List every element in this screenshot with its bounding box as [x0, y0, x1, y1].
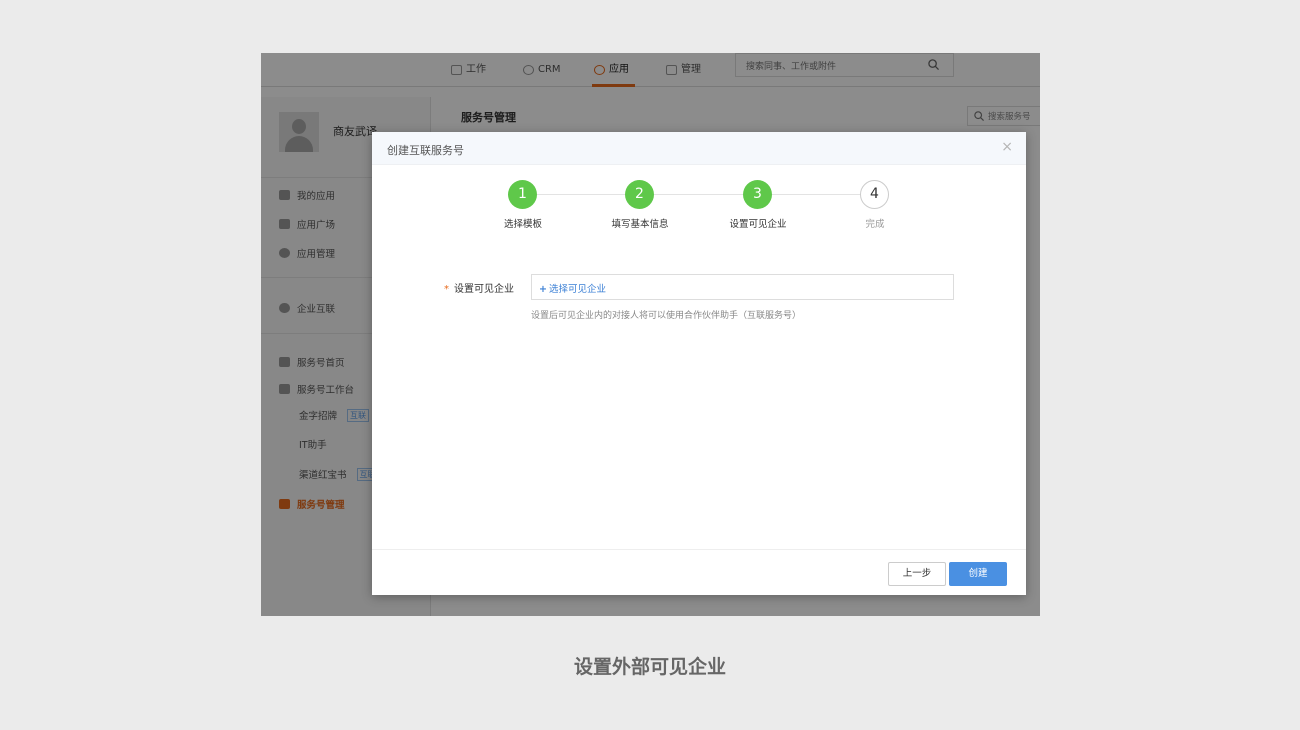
step-4-indicator: 4 [860, 180, 889, 209]
caption: 设置外部可见企业 [573, 656, 726, 678]
field-hint: 设置后可见企业内的对接人将可以使用合作伙伴助手（互联服务号） [531, 311, 802, 321]
required-mark: * [444, 284, 449, 295]
step-3-label: 设置可见企业 [729, 219, 787, 230]
step-connector [654, 194, 743, 195]
step-2-label: 填写基本信息 [611, 219, 669, 230]
create-button[interactable]: 创建 [949, 562, 1007, 586]
step-3-indicator: 3 [743, 180, 772, 209]
visible-enterprise-label: * 设置可见企业 [444, 284, 514, 295]
close-icon[interactable]: × [1001, 140, 1013, 154]
dialog-header: 创建互联服务号 × [372, 132, 1026, 165]
select-enterprise-link[interactable]: + 选择可见企业 [539, 281, 606, 295]
dialog-footer: 上一步 创建 [372, 549, 1026, 595]
previous-step-button[interactable]: 上一步 [888, 562, 946, 586]
visible-enterprise-field[interactable]: + 选择可见企业 [531, 274, 954, 300]
create-service-dialog: 创建互联服务号 × 1 2 3 4 选择模板 填写基本信息 设置可见企业 完成 … [372, 132, 1026, 595]
step-1-label: 选择模板 [503, 219, 542, 230]
step-1-indicator: 1 [508, 180, 537, 209]
step-connector [772, 194, 860, 195]
step-2-indicator: 2 [625, 180, 654, 209]
step-connector [537, 194, 625, 195]
dialog-title: 创建互联服务号 [387, 144, 464, 157]
plus-icon: + [539, 284, 547, 295]
step-4-label: 完成 [865, 219, 885, 230]
